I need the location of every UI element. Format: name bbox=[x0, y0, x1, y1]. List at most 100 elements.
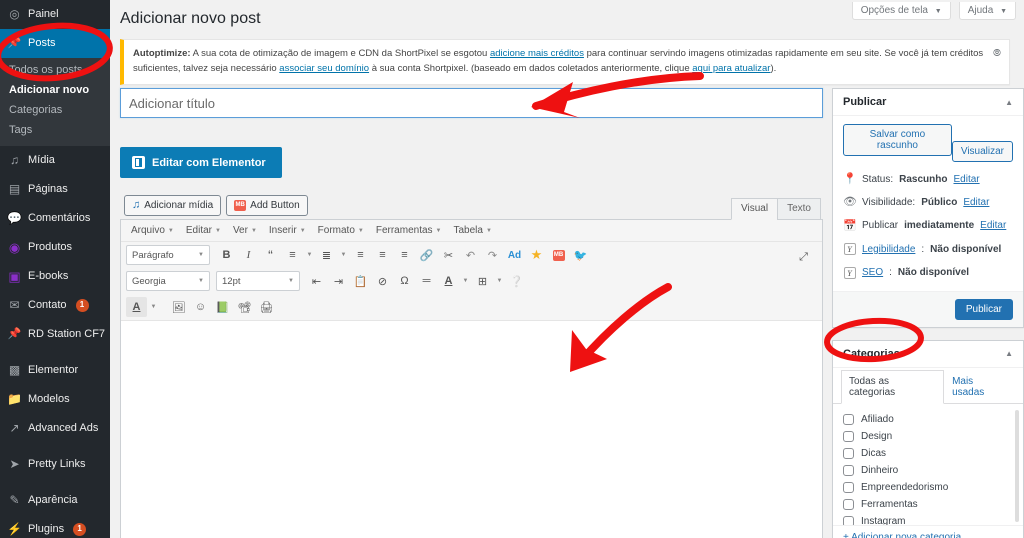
sidebar-item-modelos[interactable]: 📁 Modelos bbox=[0, 385, 110, 414]
sidebar-item-aparencia[interactable]: ✎ Aparência bbox=[0, 486, 110, 515]
category-checkbox[interactable] bbox=[843, 481, 854, 493]
bulleted-list-caret-icon[interactable]: ▼ bbox=[304, 245, 315, 265]
align-center-icon[interactable]: ≡ bbox=[372, 245, 393, 265]
category-checkbox[interactable] bbox=[843, 430, 854, 442]
format-select[interactable]: Parágrafo ▼ bbox=[126, 245, 210, 265]
menu-tabela[interactable]: Tabela ▼ bbox=[448, 223, 496, 238]
category-checkbox[interactable] bbox=[843, 498, 854, 510]
chevron-up-icon[interactable]: ▲ bbox=[1005, 349, 1013, 358]
sidebar-item-e-books[interactable]: ▣ E-books bbox=[0, 262, 110, 291]
seo-label[interactable]: SEO bbox=[862, 266, 883, 280]
read-more-icon[interactable]: ═ bbox=[416, 271, 437, 291]
menu-arquivo[interactable]: Arquivo ▼ bbox=[126, 223, 179, 238]
sidebar-item-contato[interactable]: ✉ Contato 1 bbox=[0, 291, 110, 320]
menu-inserir[interactable]: Inserir ▼ bbox=[264, 223, 311, 238]
align-left-icon[interactable]: ≡ bbox=[350, 245, 371, 265]
sidebar-item-plugins[interactable]: ⚡ Plugins 1 bbox=[0, 515, 110, 538]
clear-formatting-icon[interactable]: ⊘ bbox=[372, 271, 393, 291]
special-character-icon[interactable]: Ω bbox=[394, 271, 415, 291]
sidebar-item-posts[interactable]: Posts bbox=[0, 29, 110, 58]
sidebar-item-tags[interactable]: Tags bbox=[0, 120, 110, 140]
menu-ferramentas[interactable]: Ferramentas ▼ bbox=[371, 223, 447, 238]
sidebar-item-midia[interactable]: ♫ Mídia bbox=[0, 146, 110, 175]
blockquote-icon[interactable]: “ bbox=[260, 245, 281, 265]
add-media-button[interactable]: ♫ Adicionar mídia bbox=[124, 194, 222, 216]
screen-options-button[interactable]: Opções de tela ▼ bbox=[851, 2, 951, 20]
sidebar-item-todos-os-posts[interactable]: Todos os posts bbox=[0, 60, 110, 80]
notice-link-add-credits[interactable]: adicione mais créditos bbox=[490, 48, 584, 59]
fullscreen-icon[interactable]: ⤢ bbox=[793, 247, 814, 267]
numbered-list-icon[interactable]: ≣ bbox=[316, 245, 337, 265]
sidebar-item-elementor[interactable]: ▩ Elementor bbox=[0, 356, 110, 385]
numbered-list-caret-icon[interactable]: ▼ bbox=[338, 245, 349, 265]
tab-texto[interactable]: Texto bbox=[777, 198, 821, 220]
sidebar-item-painel[interactable]: ◎ Painel bbox=[0, 0, 110, 29]
print-icon[interactable]: 🖨 bbox=[256, 297, 277, 317]
emoji-icon[interactable]: ☺ bbox=[190, 297, 211, 317]
edit-visibility-link[interactable]: Editar bbox=[963, 196, 989, 210]
editor-content-area[interactable] bbox=[121, 320, 822, 538]
category-item[interactable]: Design bbox=[843, 428, 1015, 445]
decrease-indent-icon[interactable]: ⇤ bbox=[306, 271, 327, 291]
tab-all-categories[interactable]: Todas as categorias bbox=[841, 369, 945, 404]
insert-video-icon[interactable]: 📽 bbox=[234, 297, 255, 317]
publish-button[interactable]: Publicar bbox=[954, 298, 1013, 320]
keyboard-shortcuts-icon[interactable]: ❔ bbox=[506, 271, 527, 291]
increase-indent-icon[interactable]: ⇥ bbox=[328, 271, 349, 291]
dismiss-icon[interactable]: ⦾ bbox=[991, 48, 1003, 60]
bulleted-list-icon[interactable]: ≡ bbox=[282, 245, 303, 265]
category-item[interactable]: Empreendedorismo bbox=[843, 479, 1015, 496]
page-break-icon[interactable]: 📗 bbox=[212, 297, 233, 317]
sidebar-item-adicionar-novo[interactable]: Adicionar novo bbox=[0, 80, 110, 100]
sidebar-item-advanced-ads[interactable]: ↗ Advanced Ads bbox=[0, 414, 110, 443]
mb-icon[interactable]: MB bbox=[548, 245, 569, 265]
menu-ver[interactable]: Ver ▼ bbox=[228, 223, 262, 238]
text-color-icon[interactable]: A bbox=[438, 271, 459, 291]
notice-link-associate-domain[interactable]: associar seu domínio bbox=[279, 63, 369, 74]
category-item[interactable]: Dicas bbox=[843, 445, 1015, 462]
edit-status-link[interactable]: Editar bbox=[953, 173, 979, 187]
menu-editar[interactable]: Editar ▼ bbox=[181, 223, 226, 238]
background-color-caret-icon[interactable]: ▼ bbox=[148, 297, 159, 317]
text-color-caret-icon[interactable]: ▼ bbox=[460, 271, 471, 291]
remove-link-icon[interactable]: ✂ bbox=[438, 245, 459, 265]
insert-link-icon[interactable]: 🔗 bbox=[416, 245, 437, 265]
menu-formato[interactable]: Formato ▼ bbox=[313, 223, 369, 238]
help-button[interactable]: Ajuda ▼ bbox=[958, 2, 1016, 20]
edit-publish-date-link[interactable]: Editar bbox=[980, 219, 1006, 233]
table-caret-icon[interactable]: ▼ bbox=[494, 271, 505, 291]
ads-icon[interactable]: Ad bbox=[504, 245, 525, 265]
category-checkbox[interactable] bbox=[843, 515, 854, 525]
insert-image-icon[interactable]: 🖼 bbox=[168, 297, 189, 317]
background-color-icon[interactable]: A bbox=[126, 297, 147, 317]
sidebar-item-pretty-links[interactable]: ➤ Pretty Links bbox=[0, 450, 110, 479]
paste-as-text-icon[interactable]: 📋 bbox=[350, 271, 371, 291]
category-item[interactable]: Instagram bbox=[843, 513, 1015, 525]
sidebar-item-comentarios[interactable]: 💬 Comentários bbox=[0, 204, 110, 233]
add-new-category-link[interactable]: + Adicionar nova categoria bbox=[833, 526, 1023, 538]
categories-scrollbar[interactable] bbox=[1015, 409, 1019, 522]
table-icon[interactable]: ⊞ bbox=[472, 271, 493, 291]
chevron-up-icon[interactable]: ▲ bbox=[1005, 98, 1013, 107]
readability-label[interactable]: Legibilidade bbox=[862, 243, 915, 257]
category-checkbox[interactable] bbox=[843, 413, 854, 425]
edit-with-elementor-button[interactable]: Editar com Elementor bbox=[120, 147, 282, 178]
category-item[interactable]: Dinheiro bbox=[843, 462, 1015, 479]
sidebar-item-produtos[interactable]: ◉ Produtos bbox=[0, 233, 110, 262]
align-right-icon[interactable]: ≡ bbox=[394, 245, 415, 265]
tab-visual[interactable]: Visual bbox=[731, 198, 779, 220]
category-checkbox[interactable] bbox=[843, 447, 854, 459]
sidebar-item-categorias[interactable]: Categorias bbox=[0, 100, 110, 120]
font-size-select[interactable]: 12pt ▼ bbox=[216, 271, 300, 291]
sidebar-item-paginas[interactable]: ▤ Páginas bbox=[0, 175, 110, 204]
category-item[interactable]: Afiliado bbox=[843, 411, 1015, 428]
notice-link-update-here[interactable]: aqui para atualizar bbox=[692, 63, 770, 74]
redo-icon[interactable]: ↷ bbox=[482, 245, 503, 265]
add-button-button[interactable]: MB Add Button bbox=[226, 194, 308, 216]
bird-icon[interactable]: 🐦 bbox=[570, 245, 591, 265]
font-family-select[interactable]: Georgia ▼ bbox=[126, 271, 210, 291]
tab-most-used[interactable]: Mais usadas bbox=[944, 370, 1015, 404]
post-title-input[interactable] bbox=[120, 88, 823, 118]
category-checkbox[interactable] bbox=[843, 464, 854, 476]
italic-icon[interactable]: I bbox=[238, 245, 259, 265]
